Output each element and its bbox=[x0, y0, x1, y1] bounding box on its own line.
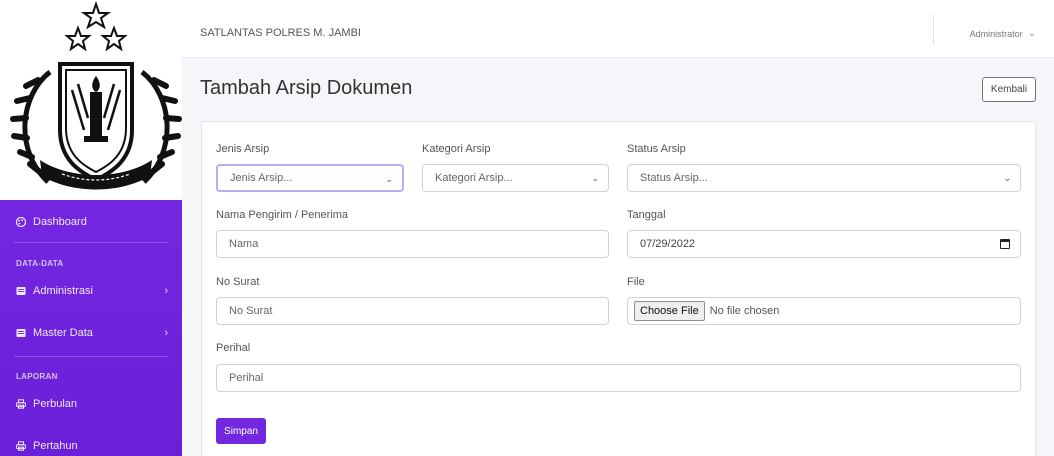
file-input[interactable]: Choose File No file chosen bbox=[627, 297, 1021, 325]
folder-icon bbox=[16, 328, 26, 338]
sidebar-menu: Dashboard DATA-DATA Administrasi › Maste… bbox=[0, 200, 182, 456]
input-placeholder: Nama bbox=[229, 238, 259, 250]
sidebar-item-label: Administrasi bbox=[33, 285, 93, 297]
printer-icon bbox=[16, 399, 26, 409]
user-menu[interactable]: Administrator ⌄ bbox=[970, 28, 1036, 39]
select-value: Kategori Arsip... bbox=[435, 172, 513, 184]
sidebar-item-administrasi[interactable]: Administrasi › bbox=[0, 276, 182, 306]
sidebar: Dashboard DATA-DATA Administrasi › Maste… bbox=[0, 0, 182, 456]
file-status: No file chosen bbox=[709, 305, 780, 317]
select-value: Jenis Arsip... bbox=[230, 172, 293, 184]
sidebar-item-label: Pertahun bbox=[33, 440, 78, 452]
top-navbar: SATLANTAS POLRES M. JAMBI Administrator … bbox=[182, 0, 1054, 58]
page-title: Tambah Arsip Dokumen bbox=[200, 77, 413, 99]
sidebar-item-pertahun[interactable]: Pertahun bbox=[0, 431, 182, 456]
file-label: File bbox=[627, 276, 645, 288]
form-card: Jenis Arsip Jenis Arsip... ⌄ Kategori Ar… bbox=[201, 121, 1036, 456]
chevron-down-icon: ⌄ bbox=[1027, 28, 1036, 39]
divider bbox=[14, 356, 168, 357]
status-arsip-label: Status Arsip bbox=[627, 143, 686, 155]
select-value: Status Arsip... bbox=[640, 172, 708, 184]
input-placeholder: Perihal bbox=[229, 372, 264, 384]
jenis-arsip-select[interactable]: Jenis Arsip... ⌄ bbox=[216, 164, 404, 192]
sidebar-item-master-data[interactable]: Master Data › bbox=[0, 318, 182, 348]
user-name: Administrator bbox=[969, 28, 1023, 39]
sidebar-heading-laporan: LAPORAN bbox=[16, 372, 58, 381]
date-value: 07/29/2022 bbox=[640, 238, 696, 250]
save-button[interactable]: Simpan bbox=[216, 418, 266, 444]
jenis-arsip-label: Jenis Arsip bbox=[216, 143, 270, 155]
chevron-down-icon: ⌄ bbox=[591, 173, 599, 183]
nama-input[interactable]: Nama bbox=[216, 230, 609, 258]
chevron-right-icon: › bbox=[164, 285, 168, 297]
perihal-input[interactable]: Perihal bbox=[216, 364, 1021, 392]
tanggal-input[interactable]: 07/29/2022 bbox=[627, 230, 1021, 258]
printer-icon bbox=[16, 441, 26, 451]
app-brand: SATLANTAS POLRES M. JAMBI bbox=[200, 27, 361, 39]
folder-icon bbox=[16, 286, 26, 296]
sidebar-item-perbulan[interactable]: Perbulan bbox=[0, 389, 182, 419]
no-surat-input[interactable]: No Surat bbox=[216, 297, 609, 325]
input-placeholder: No Surat bbox=[229, 305, 273, 317]
sidebar-item-dashboard[interactable]: Dashboard bbox=[0, 207, 182, 237]
tanggal-label: Tanggal bbox=[627, 209, 666, 221]
back-button[interactable]: Kembali bbox=[982, 77, 1036, 102]
sidebar-item-label: Master Data bbox=[33, 327, 93, 339]
sidebar-item-label: Dashboard bbox=[33, 216, 87, 228]
nama-label: Nama Pengirim / Penerima bbox=[216, 209, 349, 221]
logo bbox=[0, 0, 182, 200]
calendar-icon[interactable] bbox=[1000, 239, 1010, 249]
divider bbox=[933, 15, 934, 45]
kategori-arsip-select[interactable]: Kategori Arsip... ⌄ bbox=[422, 164, 609, 192]
palette-icon bbox=[16, 217, 26, 227]
divider bbox=[14, 242, 168, 243]
kategori-arsip-label: Kategori Arsip bbox=[422, 143, 491, 155]
chevron-right-icon: › bbox=[164, 327, 168, 339]
choose-file-button[interactable]: Choose File bbox=[634, 301, 705, 321]
no-surat-label: No Surat bbox=[216, 276, 260, 288]
police-emblem-icon bbox=[10, 0, 182, 190]
perihal-label: Perihal bbox=[216, 342, 251, 354]
chevron-down-icon: ⌄ bbox=[1003, 173, 1011, 183]
sidebar-item-label: Perbulan bbox=[33, 398, 78, 410]
chevron-down-icon: ⌄ bbox=[385, 174, 393, 184]
sidebar-heading-data: DATA-DATA bbox=[16, 259, 64, 268]
status-arsip-select[interactable]: Status Arsip... ⌄ bbox=[627, 164, 1021, 192]
